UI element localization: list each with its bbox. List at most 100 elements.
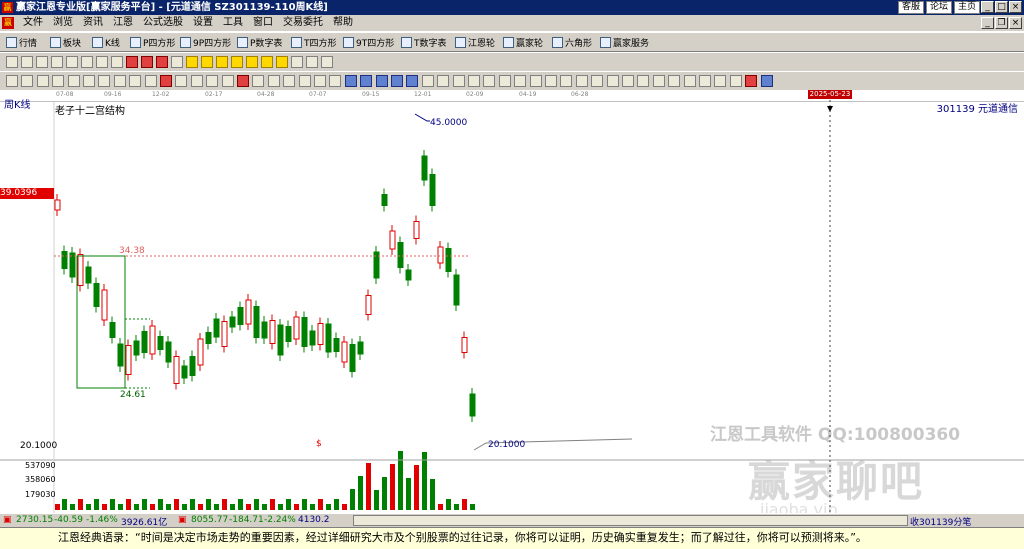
toolbar-tool-icon[interactable] [360,75,373,87]
kline-chart[interactable]: 34.38 24.61 45.0000 20.1000 20.1000 $ 53… [0,90,1024,513]
tool-kline[interactable]: K线 [92,35,120,50]
toolbar-tool-icon[interactable] [261,56,273,68]
menu-info[interactable]: 资讯 [78,15,108,31]
toolbar-tool-icon[interactable] [314,75,326,87]
toolbar-tool-icon[interactable] [329,75,342,87]
toolbar-tool-icon[interactable] [190,75,203,87]
toolbar-tool-icon[interactable] [83,75,95,87]
toolbar-tool-icon[interactable] [622,75,634,87]
toolbar-tool-icon[interactable] [406,75,419,87]
toolbar-tool-icon[interactable] [237,75,249,87]
toolbar-tool-icon[interactable] [81,56,93,68]
tool-sectors[interactable]: 板块 [50,35,81,50]
toolbar-tool-icon[interactable] [637,75,650,87]
menu-settings[interactable]: 设置 [188,15,218,31]
toolbar-tool-icon[interactable] [452,75,465,87]
tool-hexagon[interactable]: 六角形 [552,35,592,50]
toolbar-tool-icon[interactable] [575,75,588,87]
menu-gann[interactable]: 江恩 [108,15,138,31]
tool-winner-wheel[interactable]: 赢家轮 [503,35,543,50]
toolbar-tool-icon[interactable] [246,56,258,68]
toolbar-tool-icon[interactable] [745,75,758,87]
toolbar-tool-icon[interactable] [98,75,111,87]
link-home[interactable]: 主页 [953,1,980,14]
toolbar-tool-icon[interactable] [291,56,303,68]
tool-gann-wheel[interactable]: 江恩轮 [455,35,495,50]
toolbar-tool-icon[interactable] [171,56,183,68]
toolbar-tool-icon[interactable] [276,56,288,68]
toolbar-tool-icon[interactable] [66,56,78,68]
toolbar-tool-icon[interactable] [201,56,213,68]
toolbar-tool-icon[interactable] [186,56,198,68]
toolbar-tool-icon[interactable] [699,75,711,87]
menu-browse[interactable]: 浏览 [48,15,78,31]
toolbar-tool-icon[interactable] [591,75,604,87]
toolbar-tool-icon[interactable] [514,75,527,87]
toolbar-tool-icon[interactable] [160,75,172,87]
toolbar-tool-icon[interactable] [306,56,318,68]
doc-close-icon[interactable]: × [1009,17,1022,29]
toolbar-tool-icon[interactable] [252,75,265,87]
toolbar-tool-icon[interactable] [344,75,357,87]
toolbar-tool-icon[interactable] [321,56,333,68]
toolbar-tool-icon[interactable] [144,75,157,87]
horizontal-scrollbar[interactable] [353,515,908,526]
menu-formula[interactable]: 公式选股 [138,15,188,31]
toolbar-tool-icon[interactable] [206,75,219,87]
toolbar-tool-icon[interactable] [67,75,80,87]
toolbar-tool-icon[interactable] [560,75,573,87]
tool-p-square[interactable]: P四方形 [130,35,175,50]
toolbar-tool-icon[interactable] [175,75,188,87]
doc-restore-icon[interactable]: ❐ [995,17,1008,29]
toolbar-tool-icon[interactable] [156,56,168,68]
toolbar-tool-icon[interactable] [437,75,450,87]
tool-9p-square[interactable]: 9P四方形 [180,35,231,50]
tool-p-table[interactable]: P数字表 [237,35,282,50]
toolbar-tool-icon[interactable] [221,75,234,87]
toolbar-tool-icon[interactable] [545,75,557,87]
tool-9t-square[interactable]: 9T四方形 [343,35,394,50]
toolbar-tool-icon[interactable] [283,75,296,87]
toolbar-tool-icon[interactable] [391,75,403,87]
toolbar-tool-icon[interactable] [36,56,48,68]
close-icon[interactable]: × [1009,1,1022,13]
toolbar-tool-icon[interactable] [683,75,696,87]
menu-tools[interactable]: 工具 [218,15,248,31]
toolbar-tool-icon[interactable] [21,75,34,87]
toolbar-tool-icon[interactable] [298,75,311,87]
toolbar-tool-icon[interactable] [36,75,49,87]
toolbar-tool-icon[interactable] [529,75,542,87]
menu-trade[interactable]: 交易委托 [278,15,328,31]
toolbar-tool-icon[interactable] [113,75,126,87]
toolbar-tool-icon[interactable] [498,75,511,87]
tool-quotes[interactable]: 行情 [6,35,37,50]
tool-winner-service[interactable]: 赢家服务 [600,35,649,50]
toolbar-tool-icon[interactable] [6,75,18,87]
toolbar-tool-icon[interactable] [6,56,18,68]
toolbar-tool-icon[interactable] [483,75,496,87]
menu-help[interactable]: 帮助 [328,15,358,31]
toolbar-tool-icon[interactable] [714,75,727,87]
toolbar-tool-icon[interactable] [52,75,65,87]
link-forum[interactable]: 论坛 [925,1,952,14]
link-support[interactable]: 客服 [897,1,924,14]
toolbar-tool-icon[interactable] [141,56,153,68]
tool-t-table[interactable]: T数字表 [401,35,447,50]
toolbar-tool-icon[interactable] [231,56,243,68]
toolbar-tool-icon[interactable] [126,56,138,68]
toolbar-tool-icon[interactable] [267,75,280,87]
toolbar-tool-icon[interactable] [729,75,742,87]
toolbar-tool-icon[interactable] [129,75,142,87]
toolbar-tool-icon[interactable] [668,75,681,87]
tool-t-square[interactable]: T四方形 [291,35,337,50]
toolbar-tool-icon[interactable] [96,56,108,68]
toolbar-tool-icon[interactable] [375,75,388,87]
menu-file[interactable]: 文件 [18,15,48,31]
maximize-icon[interactable]: □ [995,1,1008,13]
toolbar-tool-icon[interactable] [111,56,123,68]
doc-minimize-icon[interactable]: _ [981,17,994,29]
toolbar-tool-icon[interactable] [421,75,434,87]
toolbar-tool-icon[interactable] [468,75,480,87]
toolbar-tool-icon[interactable] [51,56,63,68]
toolbar-tool-icon[interactable] [21,56,33,68]
